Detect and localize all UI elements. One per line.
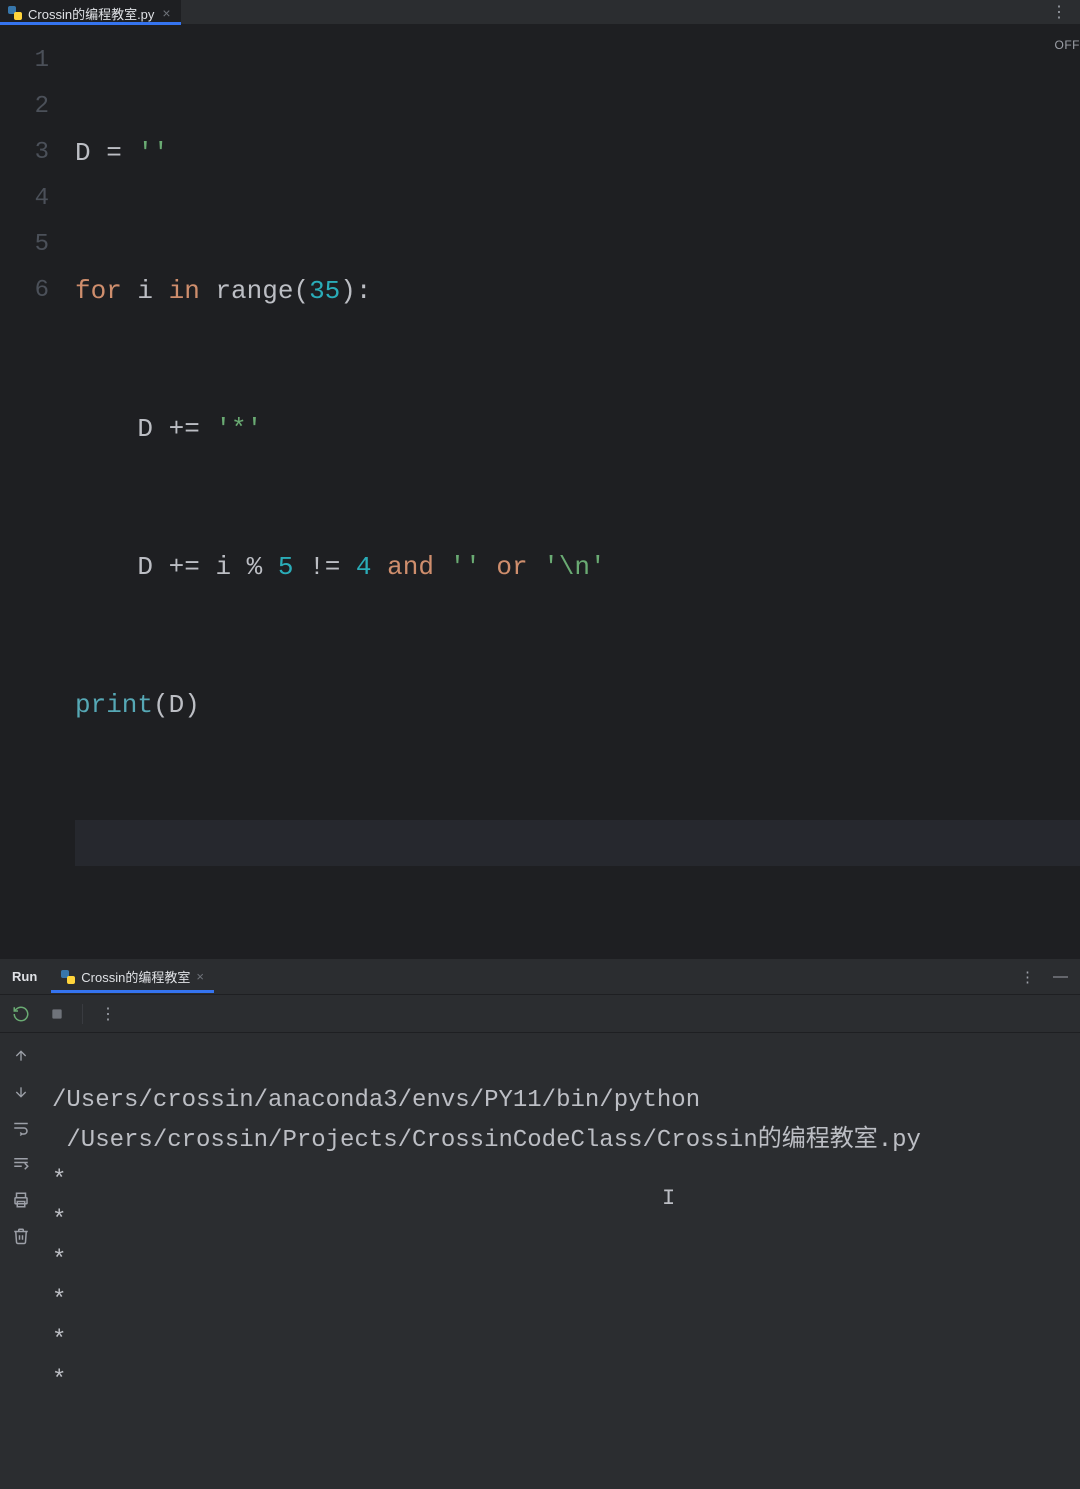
console-line: * <box>52 1247 66 1274</box>
run-tool-window: Run Crossin的编程教室 × ⋮ — ⋮ <box>0 958 1080 1489</box>
soft-wrap-icon[interactable] <box>10 1117 32 1139</box>
code-line <box>75 820 1080 866</box>
editor-inlay-right: OFF <box>1055 38 1080 52</box>
editor-body: OFF 1 2 3 4 5 6 D = '' for i in range(35… <box>0 24 1080 958</box>
close-run-tab-icon[interactable]: × <box>196 969 204 984</box>
console-line: * <box>52 1207 66 1234</box>
scroll-to-end-icon[interactable] <box>10 1153 32 1175</box>
print-icon[interactable] <box>10 1189 32 1211</box>
rerun-icon[interactable] <box>10 1003 32 1025</box>
editor-tab[interactable]: Crossin的编程教室.py × <box>0 0 181 24</box>
code-line: print(D) <box>75 682 1080 728</box>
console-line: * <box>52 1367 66 1394</box>
code-editor-panel: Crossin的编程教室.py × ⋮ OFF 1 2 3 4 5 6 D = … <box>0 0 1080 958</box>
editor-tab-actions: ⋮ <box>1051 2 1080 22</box>
trash-icon[interactable] <box>10 1225 32 1247</box>
code-line: D += '*' <box>75 406 1080 452</box>
line-number[interactable]: 6 <box>0 268 49 314</box>
line-number[interactable]: 5 <box>0 222 49 268</box>
editor-tab-filename: Crossin的编程教室.py <box>28 4 154 23</box>
console-command-args: /Users/crossin/Projects/CrossinCodeClass… <box>52 1127 921 1154</box>
stop-icon[interactable] <box>46 1003 68 1025</box>
run-toolbar: ⋮ <box>0 995 1080 1033</box>
down-arrow-icon[interactable] <box>10 1081 32 1103</box>
line-number[interactable]: 4 <box>0 176 49 222</box>
up-arrow-icon[interactable] <box>10 1045 32 1067</box>
line-number[interactable]: 3 <box>0 130 49 176</box>
console-line: * <box>52 1287 66 1314</box>
run-body: /Users/crossin/anaconda3/envs/PY11/bin/p… <box>0 1033 1080 1489</box>
run-title: Run <box>12 969 37 984</box>
run-tab-bar: Run Crossin的编程教室 × ⋮ — <box>0 959 1080 995</box>
python-icon <box>61 970 75 984</box>
line-number[interactable]: 1 <box>0 38 49 84</box>
more-vertical-icon[interactable]: ⋮ <box>1020 968 1035 986</box>
code-line: for i in range(35): <box>75 268 1080 314</box>
console-line: * <box>52 1167 66 1194</box>
code-area[interactable]: D = '' for i in range(35): D += '*' D +=… <box>75 38 1080 958</box>
more-vertical-icon[interactable]: ⋮ <box>97 1003 119 1025</box>
python-file-icon <box>8 6 22 20</box>
console-command: /Users/crossin/anaconda3/envs/PY11/bin/p… <box>52 1087 700 1114</box>
run-side-toolbar <box>0 1033 42 1489</box>
console-output[interactable]: /Users/crossin/anaconda3/envs/PY11/bin/p… <box>42 1033 1080 1489</box>
run-config-name: Crossin的编程教室 <box>81 967 190 986</box>
close-tab-icon[interactable]: × <box>160 6 170 20</box>
minimize-icon[interactable]: — <box>1053 968 1068 985</box>
more-vertical-icon[interactable]: ⋮ <box>1051 4 1068 21</box>
text-cursor-icon: I <box>662 1179 675 1219</box>
run-config-tab[interactable]: Crossin的编程教室 × <box>51 961 214 992</box>
console-line: * <box>52 1327 66 1354</box>
editor-tab-bar: Crossin的编程教室.py × ⋮ <box>0 0 1080 24</box>
code-line: D = '' <box>75 130 1080 176</box>
toolbar-separator <box>82 1004 83 1024</box>
run-tabbar-actions: ⋮ — <box>1020 968 1068 986</box>
code-line: D += i % 5 != 4 and '' or '\n' <box>75 544 1080 590</box>
line-number-gutter: 1 2 3 4 5 6 <box>0 38 75 958</box>
line-number[interactable]: 2 <box>0 84 49 130</box>
